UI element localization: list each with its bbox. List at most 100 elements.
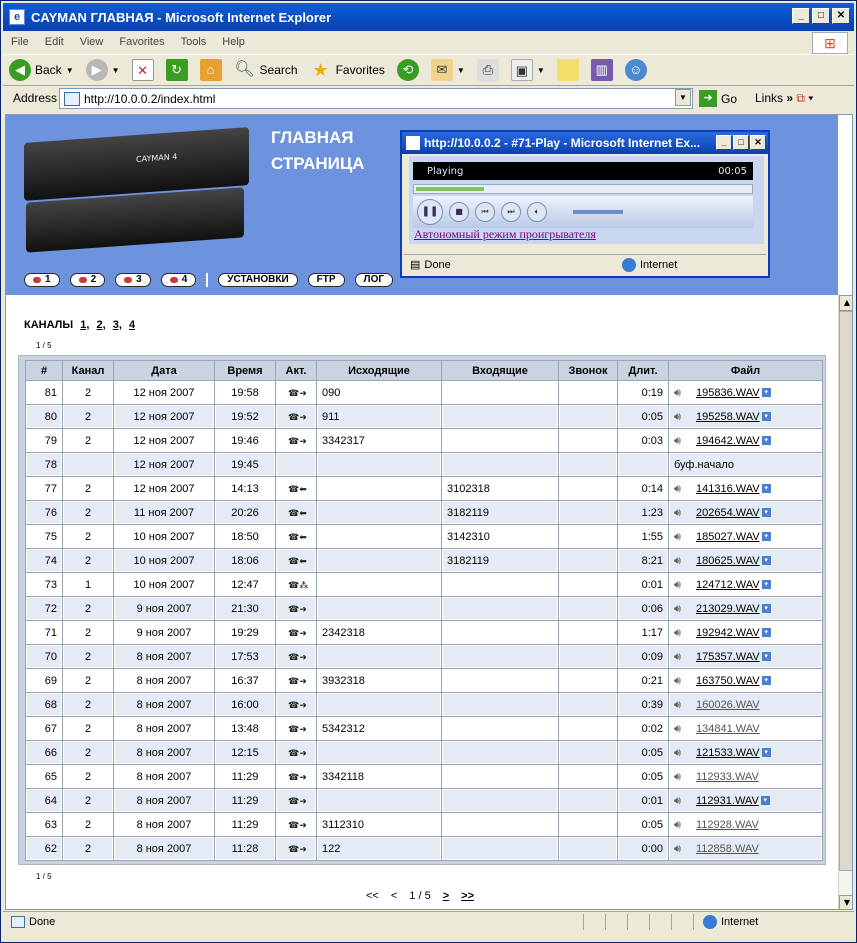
scroll-up-button[interactable]: ▲ — [839, 295, 852, 311]
discuss-button[interactable] — [551, 56, 585, 84]
speaker-icon[interactable]: 🔊︎ — [674, 435, 688, 447]
previous-button[interactable]: ⏮ — [475, 202, 495, 222]
wav-file-link[interactable]: 192942.WAV — [696, 627, 760, 639]
speaker-icon[interactable]: 🔊︎ — [674, 579, 688, 591]
play-badge-icon[interactable]: ▾ — [761, 676, 771, 686]
menu-tools[interactable]: Tools — [173, 36, 215, 48]
wav-file-link[interactable]: 180625.WAV — [696, 555, 760, 567]
speaker-icon[interactable]: 🔊︎ — [674, 627, 688, 639]
play-badge-icon[interactable]: ▾ — [761, 388, 771, 398]
speaker-icon[interactable]: 🔊︎ — [674, 819, 688, 831]
go-button[interactable]: ➜ Go — [699, 90, 737, 107]
stop-button[interactable]: ✕ — [126, 56, 160, 84]
nav-settings[interactable]: УСТАНОВКИ — [218, 273, 298, 287]
last-page-link[interactable]: >> — [461, 890, 474, 902]
nav-ftp[interactable]: FTP — [307, 273, 345, 287]
speaker-icon[interactable]: 🔊︎ — [674, 507, 688, 519]
wav-file-link[interactable]: 202654.WAV — [696, 507, 760, 519]
play-badge-icon[interactable]: ▾ — [761, 532, 771, 542]
play-badge-icon[interactable]: ▾ — [761, 652, 771, 662]
search-button[interactable]: 🔍︎ Search — [228, 56, 304, 84]
mute-button[interactable]: 🔈︎ — [527, 202, 547, 222]
menu-favorites[interactable]: Favorites — [111, 36, 172, 48]
menu-file[interactable]: File — [3, 36, 37, 48]
wav-file-link[interactable]: 195836.WAV — [696, 387, 760, 399]
wav-file-link[interactable]: 141316.WAV — [696, 483, 760, 495]
next-button[interactable]: ⏭ — [501, 202, 521, 222]
speaker-icon[interactable]: 🔊︎ — [674, 675, 688, 687]
channel-link-2[interactable]: 2, — [96, 319, 105, 331]
minimize-button[interactable]: _ — [792, 8, 810, 24]
nav-channel-4[interactable]: 4 — [160, 273, 197, 287]
speaker-icon[interactable]: 🔊︎ — [674, 483, 688, 495]
wav-file-link[interactable]: 124712.WAV — [696, 579, 760, 591]
edit-button[interactable]: ▣ ▼ — [505, 56, 551, 84]
menu-edit[interactable]: Edit — [37, 36, 72, 48]
play-badge-icon[interactable]: ▾ — [761, 604, 771, 614]
speaker-icon[interactable]: 🔊︎ — [674, 555, 688, 567]
wav-file-link[interactable]: 134841.WAV — [696, 723, 760, 735]
play-badge-icon[interactable]: ▾ — [761, 484, 771, 494]
nav-channel-2[interactable]: 2 — [69, 273, 106, 287]
channel-link-3[interactable]: 3, — [113, 319, 122, 331]
play-badge-icon[interactable]: ▾ — [761, 580, 771, 590]
vertical-scrollbar[interactable]: ▲ ▼ — [838, 295, 852, 909]
print-button[interactable]: ⎙ — [471, 56, 505, 84]
speaker-icon[interactable]: 🔊︎ — [674, 771, 688, 783]
close-button[interactable]: ✕ — [832, 8, 850, 24]
scroll-down-button[interactable]: ▼ — [839, 895, 852, 909]
nav-log[interactable]: ЛОГ — [354, 273, 394, 287]
wav-file-link[interactable]: 112858.WAV — [696, 843, 759, 855]
speaker-icon[interactable]: 🔊︎ — [674, 747, 688, 759]
speaker-icon[interactable]: 🔊︎ — [674, 531, 688, 543]
address-input[interactable]: http://10.0.0.2/index.html — [59, 88, 693, 109]
research-button[interactable]: ▥ — [585, 56, 619, 84]
volume-slider[interactable] — [573, 210, 623, 214]
play-badge-icon[interactable]: ▾ — [761, 436, 771, 446]
menu-help[interactable]: Help — [214, 36, 253, 48]
seek-bar[interactable] — [413, 184, 753, 194]
play-badge-icon[interactable]: ▾ — [761, 748, 771, 758]
play-badge-icon[interactable]: ▾ — [761, 556, 771, 566]
speaker-icon[interactable]: 🔊︎ — [674, 723, 688, 735]
wav-file-link[interactable]: 194642.WAV — [696, 435, 760, 447]
wav-file-link[interactable]: 213029.WAV — [696, 603, 760, 615]
pause-button[interactable]: ❚❚ — [417, 199, 443, 225]
speaker-icon[interactable]: 🔊︎ — [674, 699, 688, 711]
play-badge-icon[interactable]: ▾ — [761, 508, 771, 518]
favorites-button[interactable]: ★ Favorites — [304, 56, 391, 84]
wav-file-link[interactable]: 160026.WAV — [696, 699, 760, 711]
speaker-icon[interactable]: 🔊︎ — [674, 411, 688, 423]
channel-link-4[interactable]: 4 — [129, 319, 135, 331]
stop-button[interactable]: ■ — [449, 202, 469, 222]
wav-file-link[interactable]: 112933.WAV — [696, 771, 759, 783]
mail-button[interactable]: ✉ ▼ — [425, 56, 471, 84]
refresh-button[interactable]: ↻ — [160, 56, 194, 84]
menu-view[interactable]: View — [72, 36, 112, 48]
wav-file-link[interactable]: 121533.WAV — [696, 747, 760, 759]
wav-file-link[interactable]: 112931.WAV — [696, 795, 759, 807]
scroll-thumb[interactable] — [839, 311, 852, 871]
play-badge-icon[interactable]: ▾ — [761, 412, 771, 422]
back-button[interactable]: ◀ Back ▼ — [3, 56, 80, 84]
popup-minimize-button[interactable]: _ — [716, 135, 732, 150]
standalone-player-link[interactable]: Автономный режим проигрывателя — [414, 227, 596, 242]
wav-file-link[interactable]: 112928.WAV — [696, 819, 759, 831]
speaker-icon[interactable]: 🔊︎ — [674, 603, 688, 615]
wav-file-link[interactable]: 175357.WAV — [696, 651, 760, 663]
wav-file-link[interactable]: 185027.WAV — [696, 531, 760, 543]
popup-close-button[interactable]: ✕ — [750, 135, 766, 150]
wav-file-link[interactable]: 163750.WAV — [696, 675, 760, 687]
speaker-icon[interactable]: 🔊︎ — [674, 387, 688, 399]
speaker-icon[interactable]: 🔊︎ — [674, 651, 688, 663]
address-dropdown-button[interactable]: ▼ — [675, 89, 691, 106]
links-button[interactable]: Links » ⧉ ▾ — [755, 91, 813, 106]
channel-link-1[interactable]: 1, — [80, 319, 89, 331]
nav-channel-3[interactable]: 3 — [115, 273, 151, 287]
next-page-link[interactable]: > — [443, 890, 449, 902]
speaker-icon[interactable]: 🔊︎ — [674, 843, 688, 855]
popup-maximize-button[interactable]: □ — [733, 135, 749, 150]
forward-button[interactable]: ▶ ▼ — [80, 56, 126, 84]
play-badge-icon[interactable]: ▾ — [761, 628, 771, 638]
history-button[interactable]: ⟲ — [391, 56, 425, 84]
